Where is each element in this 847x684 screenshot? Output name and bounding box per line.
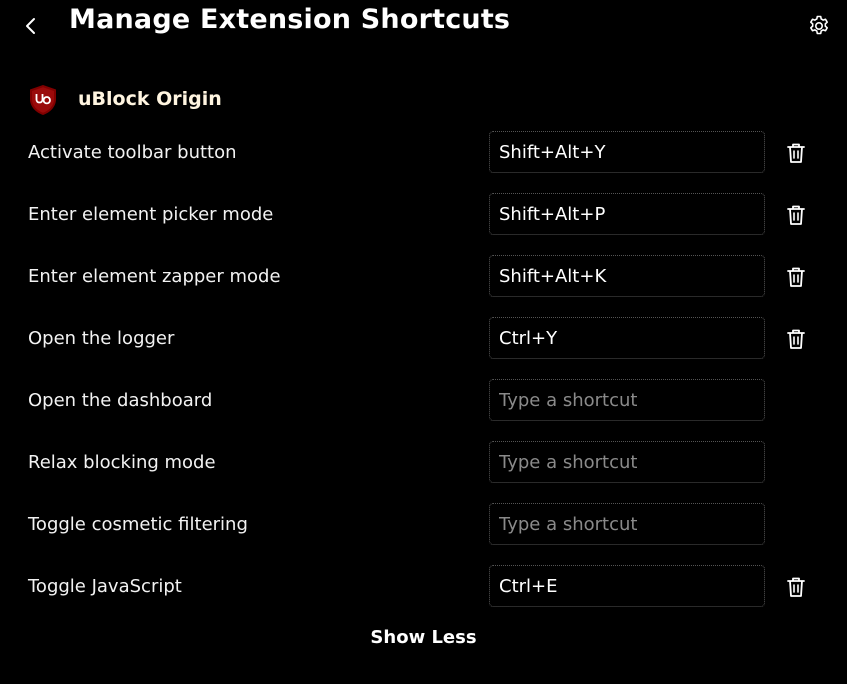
delete-shortcut-button[interactable] xyxy=(785,203,807,227)
page-header: Manage Extension Shortcuts xyxy=(0,0,847,50)
shortcut-input[interactable] xyxy=(489,317,765,359)
shortcut-row: Toggle cosmetic filtering xyxy=(0,503,847,547)
shortcut-label: Toggle cosmetic filtering xyxy=(28,514,248,535)
shortcut-label: Open the dashboard xyxy=(28,390,213,411)
delete-shortcut-button[interactable] xyxy=(785,141,807,165)
shortcut-input[interactable] xyxy=(489,565,765,607)
shortcut-row: Enter element picker mode xyxy=(0,193,847,237)
gear-icon xyxy=(810,15,828,35)
extension-header: uBlock Origin xyxy=(28,84,428,116)
shortcut-label: Relax blocking mode xyxy=(28,452,216,473)
extension-name: uBlock Origin xyxy=(78,88,222,110)
chevron-left-icon xyxy=(26,18,35,34)
shortcut-row: Relax blocking mode xyxy=(0,441,847,485)
trash-icon xyxy=(787,143,805,163)
shortcut-label: Activate toolbar button xyxy=(28,142,237,163)
trash-icon xyxy=(787,329,805,349)
shortcut-row: Enter element zapper mode xyxy=(0,255,847,299)
shortcut-row: Toggle JavaScript xyxy=(0,565,847,609)
shortcut-input[interactable] xyxy=(489,131,765,173)
trash-icon xyxy=(787,577,805,597)
shortcut-row: Open the logger xyxy=(0,317,847,361)
trash-icon xyxy=(787,267,805,287)
show-less-button[interactable]: Show Less xyxy=(370,627,476,648)
delete-shortcut-button[interactable] xyxy=(785,575,807,599)
shortcut-input[interactable] xyxy=(489,255,765,297)
shortcut-input[interactable] xyxy=(489,379,765,421)
trash-icon xyxy=(787,205,805,225)
back-button[interactable] xyxy=(18,12,42,40)
settings-button[interactable] xyxy=(807,14,831,38)
shortcut-label: Enter element zapper mode xyxy=(28,266,281,287)
delete-shortcut-button[interactable] xyxy=(785,327,807,351)
shortcut-row: Activate toolbar button xyxy=(0,131,847,175)
shortcut-input[interactable] xyxy=(489,193,765,235)
shortcut-label: Open the logger xyxy=(28,328,175,349)
ublock-origin-logo xyxy=(28,84,58,116)
shortcut-input[interactable] xyxy=(489,503,765,545)
page-title: Manage Extension Shortcuts xyxy=(69,4,511,35)
delete-shortcut-button[interactable] xyxy=(785,265,807,289)
shortcut-label: Enter element picker mode xyxy=(28,204,274,225)
shortcut-label: Toggle JavaScript xyxy=(28,576,182,597)
show-less-container: Show Less xyxy=(0,627,847,648)
shortcut-row: Open the dashboard xyxy=(0,379,847,423)
shortcut-input[interactable] xyxy=(489,441,765,483)
